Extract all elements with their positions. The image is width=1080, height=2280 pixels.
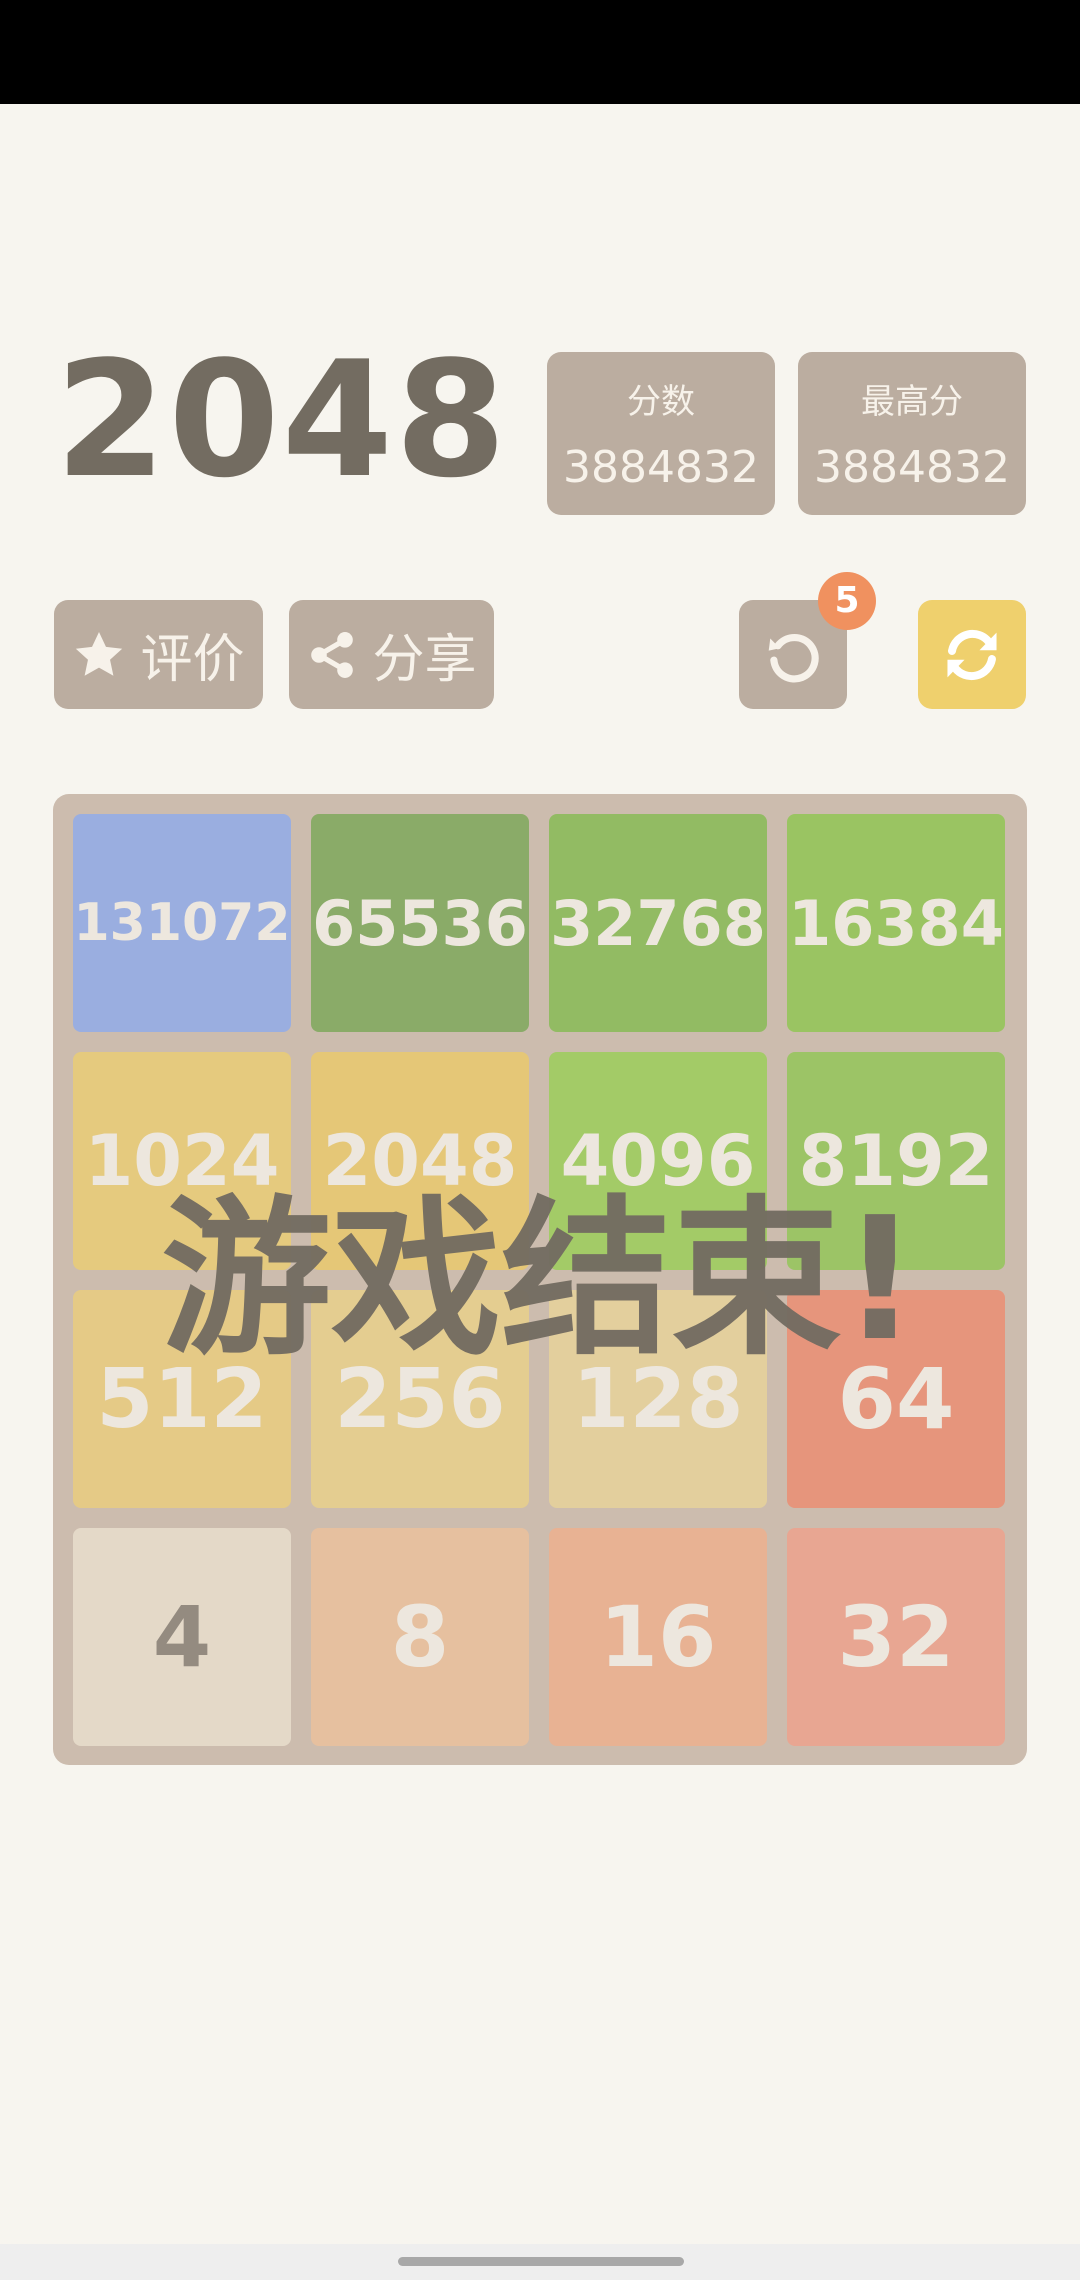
tile: 65536 xyxy=(311,814,529,1032)
score-box: 分数 3884832 xyxy=(547,352,775,515)
tile: 4 xyxy=(73,1528,291,1746)
star-icon xyxy=(76,631,123,676)
best-score-label: 最高分 xyxy=(861,382,963,422)
tile: 16 xyxy=(549,1528,767,1746)
rate-label: 评价 xyxy=(140,630,245,690)
home-indicator[interactable] xyxy=(398,2257,684,2266)
tile: 8 xyxy=(311,1528,529,1746)
undo-icon xyxy=(768,633,819,682)
score-label: 分数 xyxy=(627,382,695,422)
rate-button[interactable]: 评价 xyxy=(54,600,263,709)
best-score-box: 最高分 3884832 xyxy=(798,352,1026,515)
navigation-bar xyxy=(0,2244,1080,2280)
tile: 32768 xyxy=(549,814,767,1032)
share-button[interactable]: 分享 xyxy=(289,600,494,709)
share-icon xyxy=(311,631,354,678)
restart-icon xyxy=(947,629,997,680)
share-label: 分享 xyxy=(372,630,477,690)
tile: 131072 xyxy=(73,814,291,1032)
game-title: 2048 xyxy=(55,326,509,513)
restart-button[interactable] xyxy=(918,600,1026,709)
tile: 32 xyxy=(787,1528,1005,1746)
status-bar xyxy=(0,0,1080,104)
score-value: 3884832 xyxy=(563,442,759,493)
best-score-value: 3884832 xyxy=(814,442,1010,493)
tile: 16384 xyxy=(787,814,1005,1032)
game-over-text: 游戏结束! xyxy=(161,1181,919,1379)
undo-count-badge: 5 xyxy=(818,572,876,630)
